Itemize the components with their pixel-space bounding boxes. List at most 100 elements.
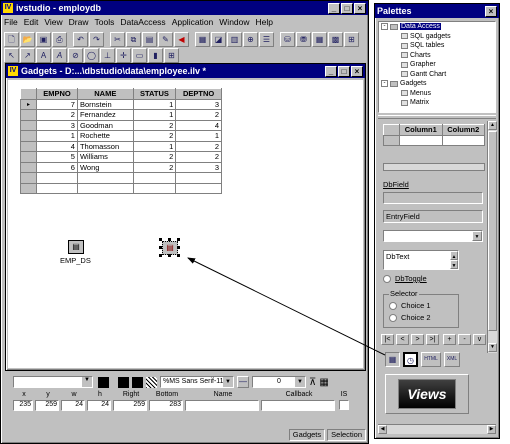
- employee-table[interactable]: EMPNO NAME STATUS DEPTNO ▸ 7 Bornstein 1 3 2…: [20, 88, 222, 194]
- cell[interactable]: 4: [175, 119, 222, 131]
- table-row[interactable]: 2 Fernandez 1 2: [20, 109, 222, 121]
- views-logo-button[interactable]: Views: [385, 374, 469, 414]
- clock-icon[interactable]: ◷: [403, 352, 418, 367]
- cell[interactable]: [36, 182, 78, 194]
- cell[interactable]: [36, 172, 78, 184]
- cell[interactable]: 2: [175, 140, 222, 152]
- cell[interactable]: Fernandez: [76, 109, 134, 121]
- select-icon[interactable]: ↖: [4, 47, 19, 63]
- scroll-down-button[interactable]: ▼: [488, 343, 497, 352]
- dbfield-gadget[interactable]: [383, 192, 483, 204]
- palette-splitter[interactable]: [378, 115, 496, 119]
- open-icon[interactable]: 📂: [20, 31, 35, 47]
- table-row[interactable]: 5 Williams 2 2: [20, 151, 222, 163]
- right-field[interactable]: 259: [113, 400, 147, 411]
- palette-scrollbar[interactable]: ▲ ▼: [487, 121, 497, 353]
- cell[interactable]: 5: [36, 151, 78, 163]
- cell[interactable]: 3: [175, 98, 222, 110]
- table-row[interactable]: ▸ 7 Bornstein 1 3: [20, 98, 222, 110]
- cell[interactable]: 2: [175, 109, 222, 121]
- stop-icon[interactable]: ◀: [174, 31, 189, 47]
- crosshair-icon[interactable]: ✛: [116, 47, 131, 63]
- menu-tools[interactable]: Tools: [94, 17, 114, 27]
- gadget-icon[interactable]: ▦: [195, 31, 210, 47]
- layout-icon[interactable]: ▩: [328, 31, 343, 47]
- line-width-icon[interactable]: —: [237, 376, 249, 388]
- text-icon[interactable]: A: [36, 47, 51, 63]
- cut-icon[interactable]: ✂: [110, 31, 125, 47]
- choice1-radio[interactable]: [389, 302, 397, 310]
- cell[interactable]: 1: [132, 109, 177, 121]
- is-checkbox[interactable]: [339, 400, 349, 410]
- menu-file[interactable]: File: [4, 17, 18, 27]
- cell[interactable]: 2: [132, 119, 177, 131]
- main-title-bar[interactable]: IV ivstudio - employdb _ □ ×: [1, 1, 368, 15]
- dbtext-gadget[interactable]: DbText ▲ ▼: [383, 250, 459, 270]
- gadgets-canvas[interactable]: EMPNO NAME STATUS DEPTNO ▸ 7 Bornstein 1 3 2…: [8, 80, 363, 368]
- tree-item[interactable]: - Gadgets: [379, 79, 495, 89]
- pattern-swatch[interactable]: [132, 376, 143, 388]
- html-icon[interactable]: HTML: [421, 352, 441, 367]
- cell[interactable]: 2: [132, 130, 177, 142]
- cell[interactable]: 7: [36, 98, 78, 110]
- col-header-deptno[interactable]: DEPTNO: [175, 88, 222, 100]
- palette-bottom-scrollbar[interactable]: ◀ ▶: [378, 424, 496, 434]
- cell[interactable]: Wong: [76, 161, 134, 173]
- tree-item[interactable]: SQL tables: [379, 41, 495, 51]
- nav-next-button[interactable]: >: [411, 334, 424, 345]
- new-icon[interactable]: 🗋: [4, 31, 19, 47]
- cell[interactable]: 3: [175, 161, 222, 173]
- cell[interactable]: 2: [36, 109, 78, 121]
- maximize-button[interactable]: □: [341, 2, 353, 14]
- font-icon[interactable]: A: [52, 47, 67, 63]
- h-field[interactable]: 24: [87, 400, 111, 411]
- pin-icon[interactable]: ⊥: [100, 47, 115, 63]
- grid-icon[interactable]: ▦: [385, 352, 400, 367]
- table-row[interactable]: 4 Thomasson 1 2: [20, 140, 222, 152]
- data-source-icon[interactable]: ▤: [68, 240, 84, 254]
- menu-window[interactable]: Window: [219, 17, 249, 27]
- cell[interactable]: 1: [132, 98, 177, 110]
- sample-table-gadget[interactable]: Column1 Column2: [383, 124, 485, 146]
- sql-icon[interactable]: ⊞: [344, 31, 359, 47]
- dbtoggle-radio[interactable]: [383, 275, 391, 283]
- cell[interactable]: 1: [36, 130, 78, 142]
- col2-header[interactable]: Column2: [441, 124, 485, 136]
- table-row-empty[interactable]: [20, 182, 222, 194]
- menu-application[interactable]: Application: [172, 17, 214, 27]
- name-field[interactable]: [185, 400, 259, 411]
- cell[interactable]: Thomasson: [76, 140, 134, 152]
- nav-prev-button[interactable]: <: [396, 334, 409, 345]
- palettes-title-bar[interactable]: Palettes ×: [375, 4, 499, 18]
- color-combo[interactable]: ▼: [13, 376, 93, 388]
- undo-icon[interactable]: ↶: [73, 31, 88, 47]
- cell[interactable]: [175, 172, 222, 184]
- arrow-icon[interactable]: ↗: [20, 47, 35, 63]
- db-icon[interactable]: ⛁: [280, 31, 295, 47]
- col-header-status[interactable]: STATUS: [132, 88, 177, 100]
- collapse-icon[interactable]: -: [381, 23, 388, 31]
- scroll-right-button[interactable]: ▶: [487, 425, 496, 434]
- cell[interactable]: [399, 134, 443, 146]
- tree-item[interactable]: Menus: [379, 89, 495, 99]
- tree-item[interactable]: SQL gadgets: [379, 32, 495, 42]
- entryfield-gadget[interactable]: EntryField: [383, 210, 483, 223]
- menu-help[interactable]: Help: [256, 17, 273, 27]
- edit-icon[interactable]: ✎: [158, 31, 173, 47]
- xml-icon[interactable]: XML: [444, 352, 460, 367]
- table-row[interactable]: 1 Rochette 2 1: [20, 130, 222, 142]
- tree-item[interactable]: Gantt Chart: [379, 70, 495, 80]
- cell[interactable]: [175, 182, 222, 194]
- y-field[interactable]: 259: [35, 400, 59, 411]
- ellipse-icon[interactable]: ◯: [84, 47, 99, 63]
- foreground-color-swatch[interactable]: [98, 376, 109, 388]
- table-icon[interactable]: ▦: [312, 31, 327, 47]
- cell[interactable]: 2: [132, 151, 177, 163]
- tree-item[interactable]: Matrix: [379, 98, 495, 108]
- table-row-empty[interactable]: [20, 172, 222, 184]
- w-field[interactable]: 24: [61, 400, 85, 411]
- list-icon[interactable]: ☰: [259, 31, 274, 47]
- col1-header[interactable]: Column1: [399, 124, 443, 136]
- paste-icon[interactable]: ▤: [142, 31, 157, 47]
- table-row[interactable]: 6 Wong 2 3: [20, 161, 222, 173]
